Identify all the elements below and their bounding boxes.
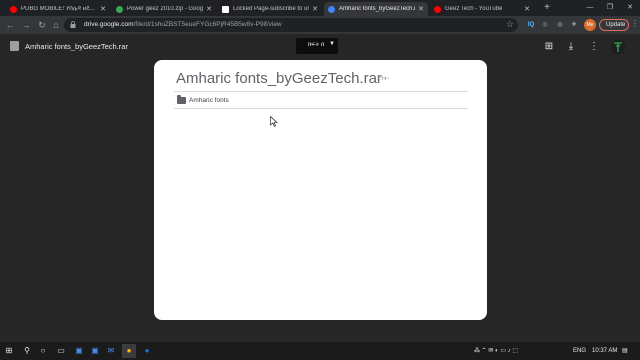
window-close-button[interactable]: ✕ bbox=[620, 0, 640, 16]
tab-strip: PUBG MOBILE፣ የሰሌዳ ዘዴ... ✕ Power geez 201… bbox=[0, 0, 640, 16]
close-icon[interactable]: ✕ bbox=[100, 5, 106, 13]
new-tab-button[interactable]: + bbox=[541, 2, 553, 14]
folder-icon bbox=[177, 95, 186, 104]
minimize-button[interactable]: — bbox=[580, 0, 600, 16]
address-bar[interactable]: drive.google.com/file/d/1shuZBST5eueFYGc… bbox=[64, 18, 518, 32]
avatar[interactable]: Me bbox=[584, 19, 596, 31]
os-taskbar: ⊞ ⚲ ○ ▭ ▣ ▣ ✉ ● ● ⁂ ⌃ ✉ ◐ ▭ ♪ ⬚ ENG 10:3… bbox=[0, 342, 640, 360]
divider bbox=[174, 91, 468, 92]
back-button[interactable]: ← bbox=[4, 19, 16, 31]
extensions-puzzle-icon[interactable]: ✚ bbox=[569, 20, 579, 30]
youtube-icon bbox=[10, 5, 17, 13]
youtube-icon bbox=[434, 5, 441, 13]
search-icon[interactable]: ⚲ bbox=[20, 344, 34, 358]
open-with-button[interactable]: ክፍት በ ▼ bbox=[296, 38, 338, 54]
tab-label: Power geez 2010.zip - Google bbox=[127, 6, 204, 12]
archive-preview: Amharic fonts_byGeezTech.rar 1ንት፡ Amhari… bbox=[154, 60, 487, 320]
forward-button[interactable]: → bbox=[20, 19, 32, 31]
mail-icon[interactable]: ✉ bbox=[104, 344, 118, 358]
lock-icon bbox=[70, 21, 76, 28]
bookmark-star-icon[interactable]: ☆ bbox=[506, 19, 514, 30]
tab-amharic-fonts[interactable]: Amharic fonts_byGeezTech.rar ✕ bbox=[324, 2, 428, 16]
archive-entry-name: Amharic fonts bbox=[189, 97, 229, 104]
tab-power-geez[interactable]: Power geez 2010.zip - Google ✕ bbox=[112, 2, 216, 16]
drive-logo-icon[interactable] bbox=[610, 39, 626, 55]
maximize-button[interactable]: ❐ bbox=[600, 0, 620, 16]
extension-globe-icon[interactable]: ◍ bbox=[555, 20, 565, 30]
notifications-icon[interactable]: ▤ bbox=[622, 346, 628, 356]
drive-icon bbox=[116, 5, 123, 13]
language-indicator[interactable]: ENG bbox=[573, 346, 586, 356]
word-icon[interactable]: ▣ bbox=[72, 344, 86, 358]
home-icon[interactable]: ⌂ bbox=[50, 19, 62, 31]
close-icon[interactable]: ✕ bbox=[206, 5, 212, 13]
update-button[interactable]: Update bbox=[599, 19, 629, 31]
tab-pubg[interactable]: PUBG MOBILE፣ የሰሌዳ ዘዴ... ✕ bbox=[6, 2, 110, 16]
more-actions-icon[interactable]: ⋮ bbox=[587, 40, 601, 54]
chrome-icon[interactable]: ● bbox=[122, 344, 136, 358]
chevron-down-icon: ▼ bbox=[329, 41, 335, 47]
tab-locked-page[interactable]: Locked Page-subscribe to unl ✕ bbox=[218, 2, 322, 16]
viewer-header: Amharic fonts_byGeezTech.rar ክፍት በ ▼ ⊞ ⤓… bbox=[0, 34, 640, 60]
tab-label: Geez Tech - YouTube bbox=[445, 6, 503, 12]
archive-file-icon bbox=[10, 41, 19, 51]
tab-label: PUBG MOBILE፣ የሰሌዳ ዘዴ... bbox=[21, 5, 95, 12]
reload-button[interactable]: ↻ bbox=[36, 19, 48, 31]
tray-icons[interactable]: ⁂ ⌃ ✉ ◐ ▭ ♪ ⬚ bbox=[474, 346, 518, 356]
add-shortcut-icon[interactable]: ⊞ bbox=[542, 40, 556, 54]
windows-start-icon[interactable]: ⊞ bbox=[2, 344, 16, 358]
mouse-cursor-icon bbox=[270, 116, 278, 127]
viewer-file-name: Amharic fonts_byGeezTech.rar bbox=[25, 42, 128, 51]
clock[interactable]: 10:37 AM bbox=[592, 346, 617, 356]
store-icon[interactable]: ▣ bbox=[88, 344, 102, 358]
task-view-icon[interactable]: ▭ bbox=[54, 344, 68, 358]
open-with-label: ክፍት በ bbox=[308, 42, 325, 48]
archive-size: 1ንት፡ bbox=[377, 76, 389, 82]
url-text: drive.google.com/file/d/1shuZBST5eueFYGc… bbox=[84, 21, 282, 28]
extension-circle-icon[interactable]: ◎ bbox=[540, 20, 550, 30]
tab-geez-tech[interactable]: Geez Tech - YouTube ✕ bbox=[430, 2, 534, 16]
page-icon bbox=[222, 5, 229, 13]
drive-icon bbox=[328, 5, 335, 13]
close-icon[interactable]: ✕ bbox=[418, 5, 424, 13]
cortana-icon[interactable]: ○ bbox=[36, 344, 50, 358]
extension-iq-icon[interactable]: IQ bbox=[526, 20, 536, 30]
close-icon[interactable]: ✕ bbox=[524, 5, 530, 13]
tab-label: Amharic fonts_byGeezTech.rar bbox=[339, 6, 416, 12]
close-icon[interactable]: ✕ bbox=[312, 5, 318, 13]
archive-entry[interactable]: Amharic fonts bbox=[174, 93, 468, 109]
download-icon[interactable]: ⤓ bbox=[564, 40, 578, 54]
app-icon[interactable]: ● bbox=[140, 344, 154, 358]
browser-toolbar: ← → ↻ ⌂ drive.google.com/file/d/1shuZBST… bbox=[0, 16, 640, 34]
tab-label: Locked Page-subscribe to unl bbox=[233, 6, 310, 12]
archive-title: Amharic fonts_byGeezTech.rar bbox=[176, 70, 382, 87]
browser-menu-icon[interactable]: ⋮ bbox=[631, 19, 639, 28]
